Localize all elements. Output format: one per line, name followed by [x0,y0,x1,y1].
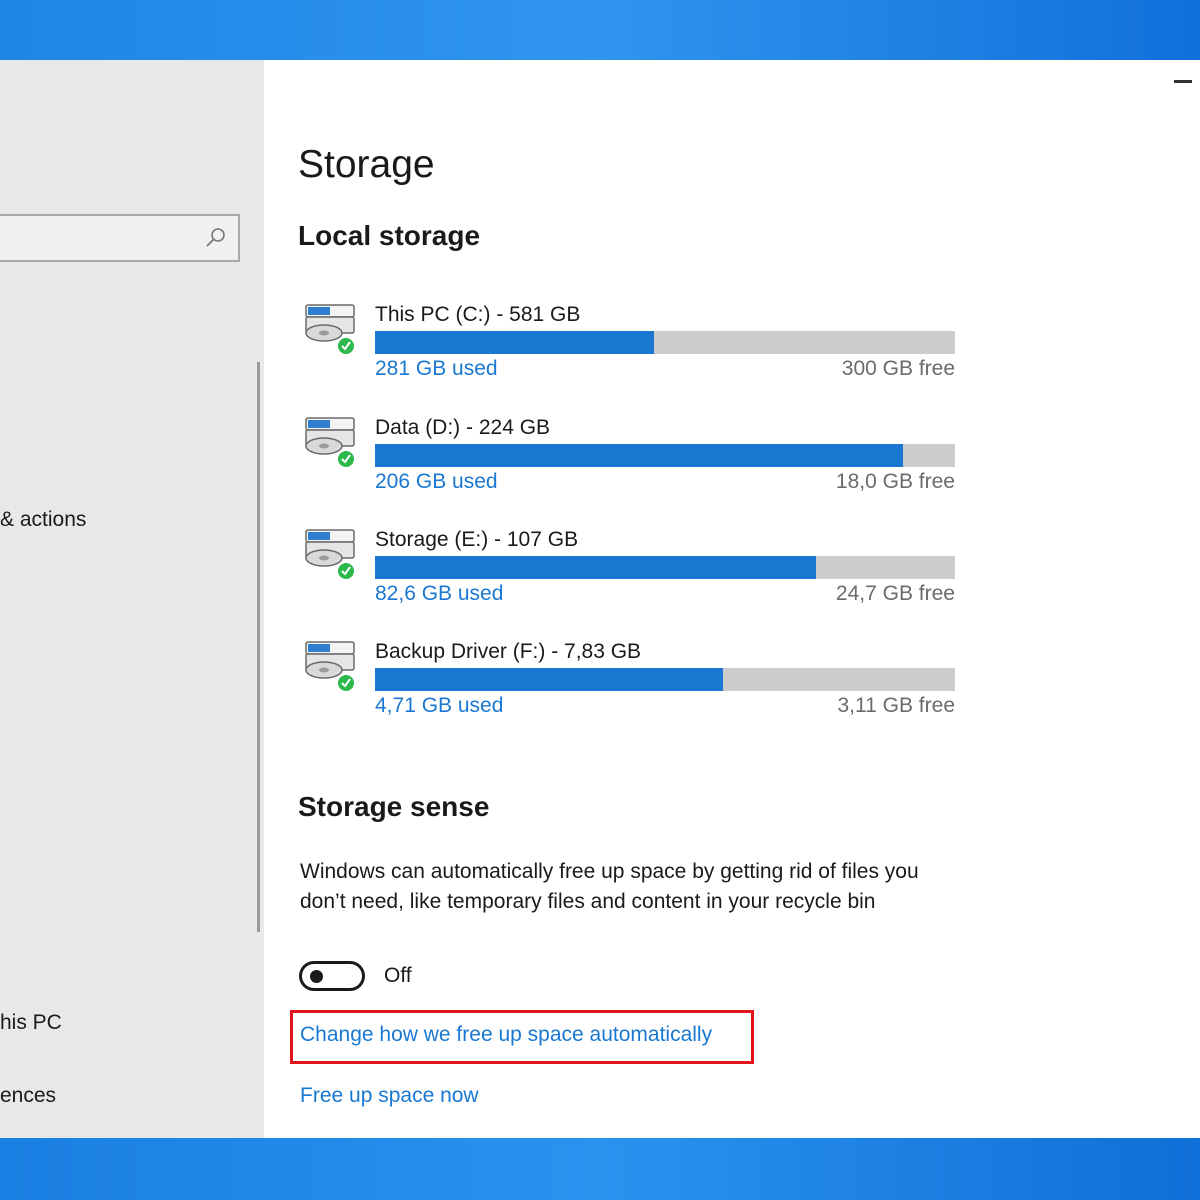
drive-name: Data (D:) - 224 GB [375,416,551,439]
drive-name: This PC (C:) - 581 GB [375,303,581,326]
used-space-label: 4,71 GB used [375,694,504,717]
storage-sense-description: Windows can automatically free up space … [300,860,919,913]
checkmark-icon [338,451,354,467]
checkmark-icon [338,338,354,354]
free-space-label: 24,7 GB free [835,582,955,605]
desktop-background-top [0,0,1200,60]
free-space-label: 300 GB free [841,357,955,380]
change-free-up-space-link[interactable]: Change how we free up space automaticall… [300,1023,712,1047]
hard-drive-icon [305,304,355,354]
usage-bar [375,444,955,467]
free-space-label: 3,11 GB free [837,694,955,717]
usage-bar [375,331,955,354]
drive-name: Backup Driver (F:) - 7,83 GB [375,640,642,663]
used-space-label: 82,6 GB used [375,582,504,605]
drive-item[interactable]: Data (D:) - 224 GB 206 GB used 18,0 GB f… [300,416,960,506]
hard-drive-icon [305,529,355,579]
free-up-space-now-link[interactable]: Free up space now [300,1084,479,1108]
hard-drive-icon [305,641,355,691]
storage-sense-heading: Storage sense [298,791,490,822]
usage-bar-fill [375,556,816,579]
toggle-state-label: Off [384,964,412,987]
used-space-label: 206 GB used [375,470,498,493]
drive-item[interactable]: Storage (E:) - 107 GB 82,6 GB used 24,7 … [300,528,960,618]
storage-page: Storage Local storage This PC (C:) - 581… [0,60,1200,1138]
checkmark-icon [338,563,354,579]
drive-item[interactable]: This PC (C:) - 581 GB 281 GB used 300 GB… [300,303,960,393]
drive-name: Storage (E:) - 107 GB [375,528,579,551]
hard-drive-icon [305,417,355,467]
usage-bar-fill [375,668,723,691]
free-space-label: 18,0 GB free [835,470,955,493]
usage-bar-fill [375,444,903,467]
usage-bar [375,556,955,579]
usage-bar [375,668,955,691]
storage-sense-toggle[interactable] [299,961,365,991]
settings-window: & actions his PC ences Storage Local sto… [0,60,1200,1138]
used-space-label: 281 GB used [375,357,498,380]
local-storage-heading: Local storage [298,220,481,251]
toggle-knob [310,970,323,983]
drive-item[interactable]: Backup Driver (F:) - 7,83 GB 4,71 GB use… [300,640,960,730]
desktop-background-bottom [0,1138,1200,1200]
checkmark-icon [338,675,354,691]
usage-bar-fill [375,331,654,354]
page-title: Storage [298,143,435,186]
